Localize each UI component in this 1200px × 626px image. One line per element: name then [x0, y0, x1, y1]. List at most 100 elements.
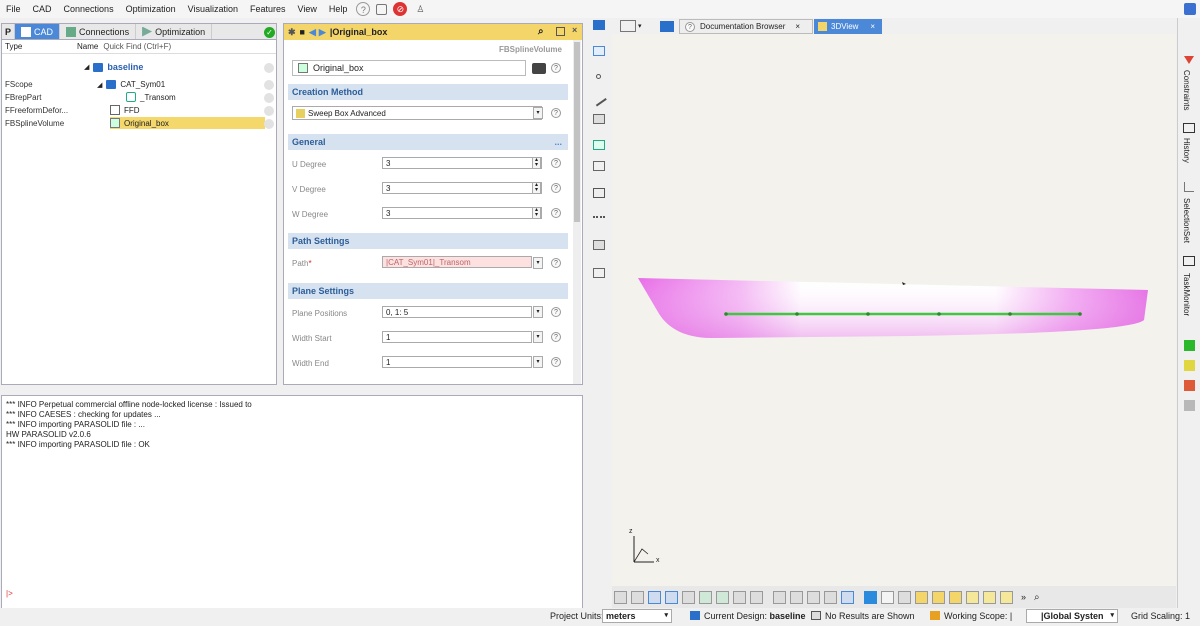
eye-icon[interactable]	[532, 63, 546, 74]
working-scope[interactable]: Working Scope: |	[944, 611, 1012, 621]
copy-icon[interactable]	[376, 3, 388, 15]
curve-icon[interactable]	[591, 91, 607, 107]
green-status-icon[interactable]	[1184, 340, 1195, 351]
v-degree-spinner[interactable]: ▴ ▾	[532, 182, 541, 194]
tab-constraints[interactable]: Constraints	[1182, 70, 1191, 110]
close-icon[interactable]: ×	[870, 22, 875, 31]
help-icon[interactable]: ?	[551, 158, 561, 168]
tree-item-transom[interactable]: _Transom	[126, 92, 176, 102]
scrollbar[interactable]	[573, 40, 581, 384]
menu-connections[interactable]: Connections	[58, 4, 120, 14]
settings-icon[interactable]: ✱	[288, 27, 296, 38]
surface-icon[interactable]	[593, 114, 605, 124]
view-icon[interactable]	[614, 590, 627, 604]
select-icon[interactable]	[593, 46, 605, 56]
close-icon[interactable]: ×	[572, 25, 577, 35]
plane-positions-input[interactable]: 0, 1: 5	[382, 306, 532, 318]
tree-item-original-box[interactable]: Original_box	[110, 117, 265, 129]
overflow-icon[interactable]: »	[1021, 592, 1026, 602]
visibility-icon[interactable]	[264, 80, 274, 90]
tab-3dview[interactable]: 3DView ×	[814, 19, 882, 34]
3d-viewport[interactable]: z x	[612, 34, 1176, 586]
u-degree-input[interactable]: 3	[382, 157, 542, 169]
lock-icon[interactable]	[881, 590, 894, 604]
units-select[interactable]: meters ▾	[602, 609, 672, 623]
creation-method-select[interactable]: Sweep Box Advanced	[292, 106, 542, 120]
feature-icon[interactable]	[593, 240, 605, 250]
curve-filter-icon[interactable]	[665, 590, 678, 604]
pin-icon[interactable]: P	[2, 24, 16, 39]
axes-x-icon[interactable]	[966, 590, 979, 604]
menu-cad[interactable]: CAD	[27, 4, 58, 14]
menu-features[interactable]: Features	[244, 4, 292, 14]
more-options[interactable]: ...	[554, 137, 562, 147]
object-name-field[interactable]: Original_box	[292, 60, 526, 76]
menu-help[interactable]: Help	[323, 4, 354, 14]
menu-view[interactable]: View	[292, 4, 323, 14]
tab-optimization[interactable]: Optimization	[136, 24, 213, 39]
width-start-input[interactable]: 1	[382, 331, 532, 343]
folder-icon[interactable]	[659, 20, 674, 32]
axes-y-icon[interactable]	[983, 590, 996, 604]
solid-icon[interactable]	[593, 161, 605, 171]
w-degree-spinner[interactable]: ▴ ▾	[532, 207, 541, 219]
gray-status-icon[interactable]	[1184, 400, 1195, 411]
w-degree-input[interactable]: 3	[382, 207, 542, 219]
coordinate-system-select[interactable]: |Global Systen ▾	[1026, 609, 1118, 623]
dotted-line-icon[interactable]	[593, 216, 605, 226]
chevron-down-icon[interactable]: ▾	[533, 331, 543, 343]
tab-connections[interactable]: Connections	[60, 24, 137, 39]
chevron-down-icon[interactable]: ▾	[533, 107, 543, 119]
record-icon[interactable]	[790, 590, 803, 604]
expand-icon[interactable]: ◢	[97, 81, 102, 89]
camera-icon[interactable]	[898, 590, 911, 604]
tab-taskmonitor[interactable]: TaskMonitor	[1182, 273, 1191, 316]
console-prompt[interactable]: |>	[6, 589, 13, 598]
help-icon[interactable]: ?	[551, 63, 561, 73]
layout-icon[interactable]	[620, 20, 636, 32]
tree-item-ffd[interactable]: FFD	[110, 105, 140, 115]
tab-selectionset[interactable]: SelectionSet	[1182, 198, 1191, 243]
stop-icon[interactable]: ⊘	[393, 2, 408, 16]
width-end-input[interactable]: 1	[382, 356, 532, 368]
yellow-status-icon[interactable]	[1184, 360, 1195, 371]
quick-find-input[interactable]: Quick Find (Ctrl+F)	[103, 42, 171, 51]
expand-icon[interactable]: ◢	[84, 63, 89, 71]
close-icon[interactable]: ×	[795, 22, 800, 31]
visibility-icon[interactable]	[264, 63, 274, 73]
menu-icon[interactable]: ■	[300, 27, 305, 37]
help-icon[interactable]: ?	[551, 332, 561, 342]
visibility-icon[interactable]	[264, 119, 274, 129]
help-icon[interactable]: ?	[551, 108, 561, 118]
axes-z-icon[interactable]	[1000, 590, 1013, 604]
folder-icon[interactable]	[593, 20, 605, 30]
v-degree-input[interactable]: 3	[382, 182, 542, 194]
scrollbar-thumb[interactable]	[574, 42, 580, 222]
chevron-down-icon[interactable]: ▾	[533, 306, 543, 318]
person-icon[interactable]: ♙	[413, 2, 427, 16]
visibility-icon[interactable]	[264, 106, 274, 116]
path-input[interactable]: |CAT_Sym01|_Transom	[382, 256, 532, 268]
layers-icon[interactable]	[773, 590, 786, 604]
help-icon[interactable]: ?	[551, 208, 561, 218]
visibility-icon[interactable]	[264, 93, 274, 103]
menu-visualization[interactable]: Visualization	[182, 4, 244, 14]
help-icon[interactable]: ?	[551, 357, 561, 367]
brep2-filter-icon[interactable]	[716, 590, 729, 604]
search-icon[interactable]: ⌕	[1034, 592, 1040, 603]
cube-top-icon[interactable]	[949, 590, 962, 604]
brep-filter-icon[interactable]	[699, 590, 712, 604]
solid-filter-icon[interactable]	[733, 590, 746, 604]
dots-filter-icon[interactable]	[750, 590, 763, 604]
menu-file[interactable]: File	[0, 4, 27, 14]
tab-history[interactable]: History	[1182, 138, 1191, 163]
help-icon[interactable]: ?	[356, 2, 371, 16]
point-icon[interactable]	[596, 74, 601, 79]
surface-filter-icon[interactable]	[682, 590, 695, 604]
console-panel[interactable]: *** INFO Perpetual commercial offline no…	[1, 395, 583, 610]
tree-item-cat-sym01[interactable]: ◢ CAT_Sym01	[97, 80, 165, 89]
chevron-down-icon[interactable]: ▾	[533, 257, 543, 269]
help-icon[interactable]: ?	[551, 183, 561, 193]
image-icon[interactable]	[593, 188, 605, 198]
back-icon[interactable]: ◀	[309, 27, 316, 38]
